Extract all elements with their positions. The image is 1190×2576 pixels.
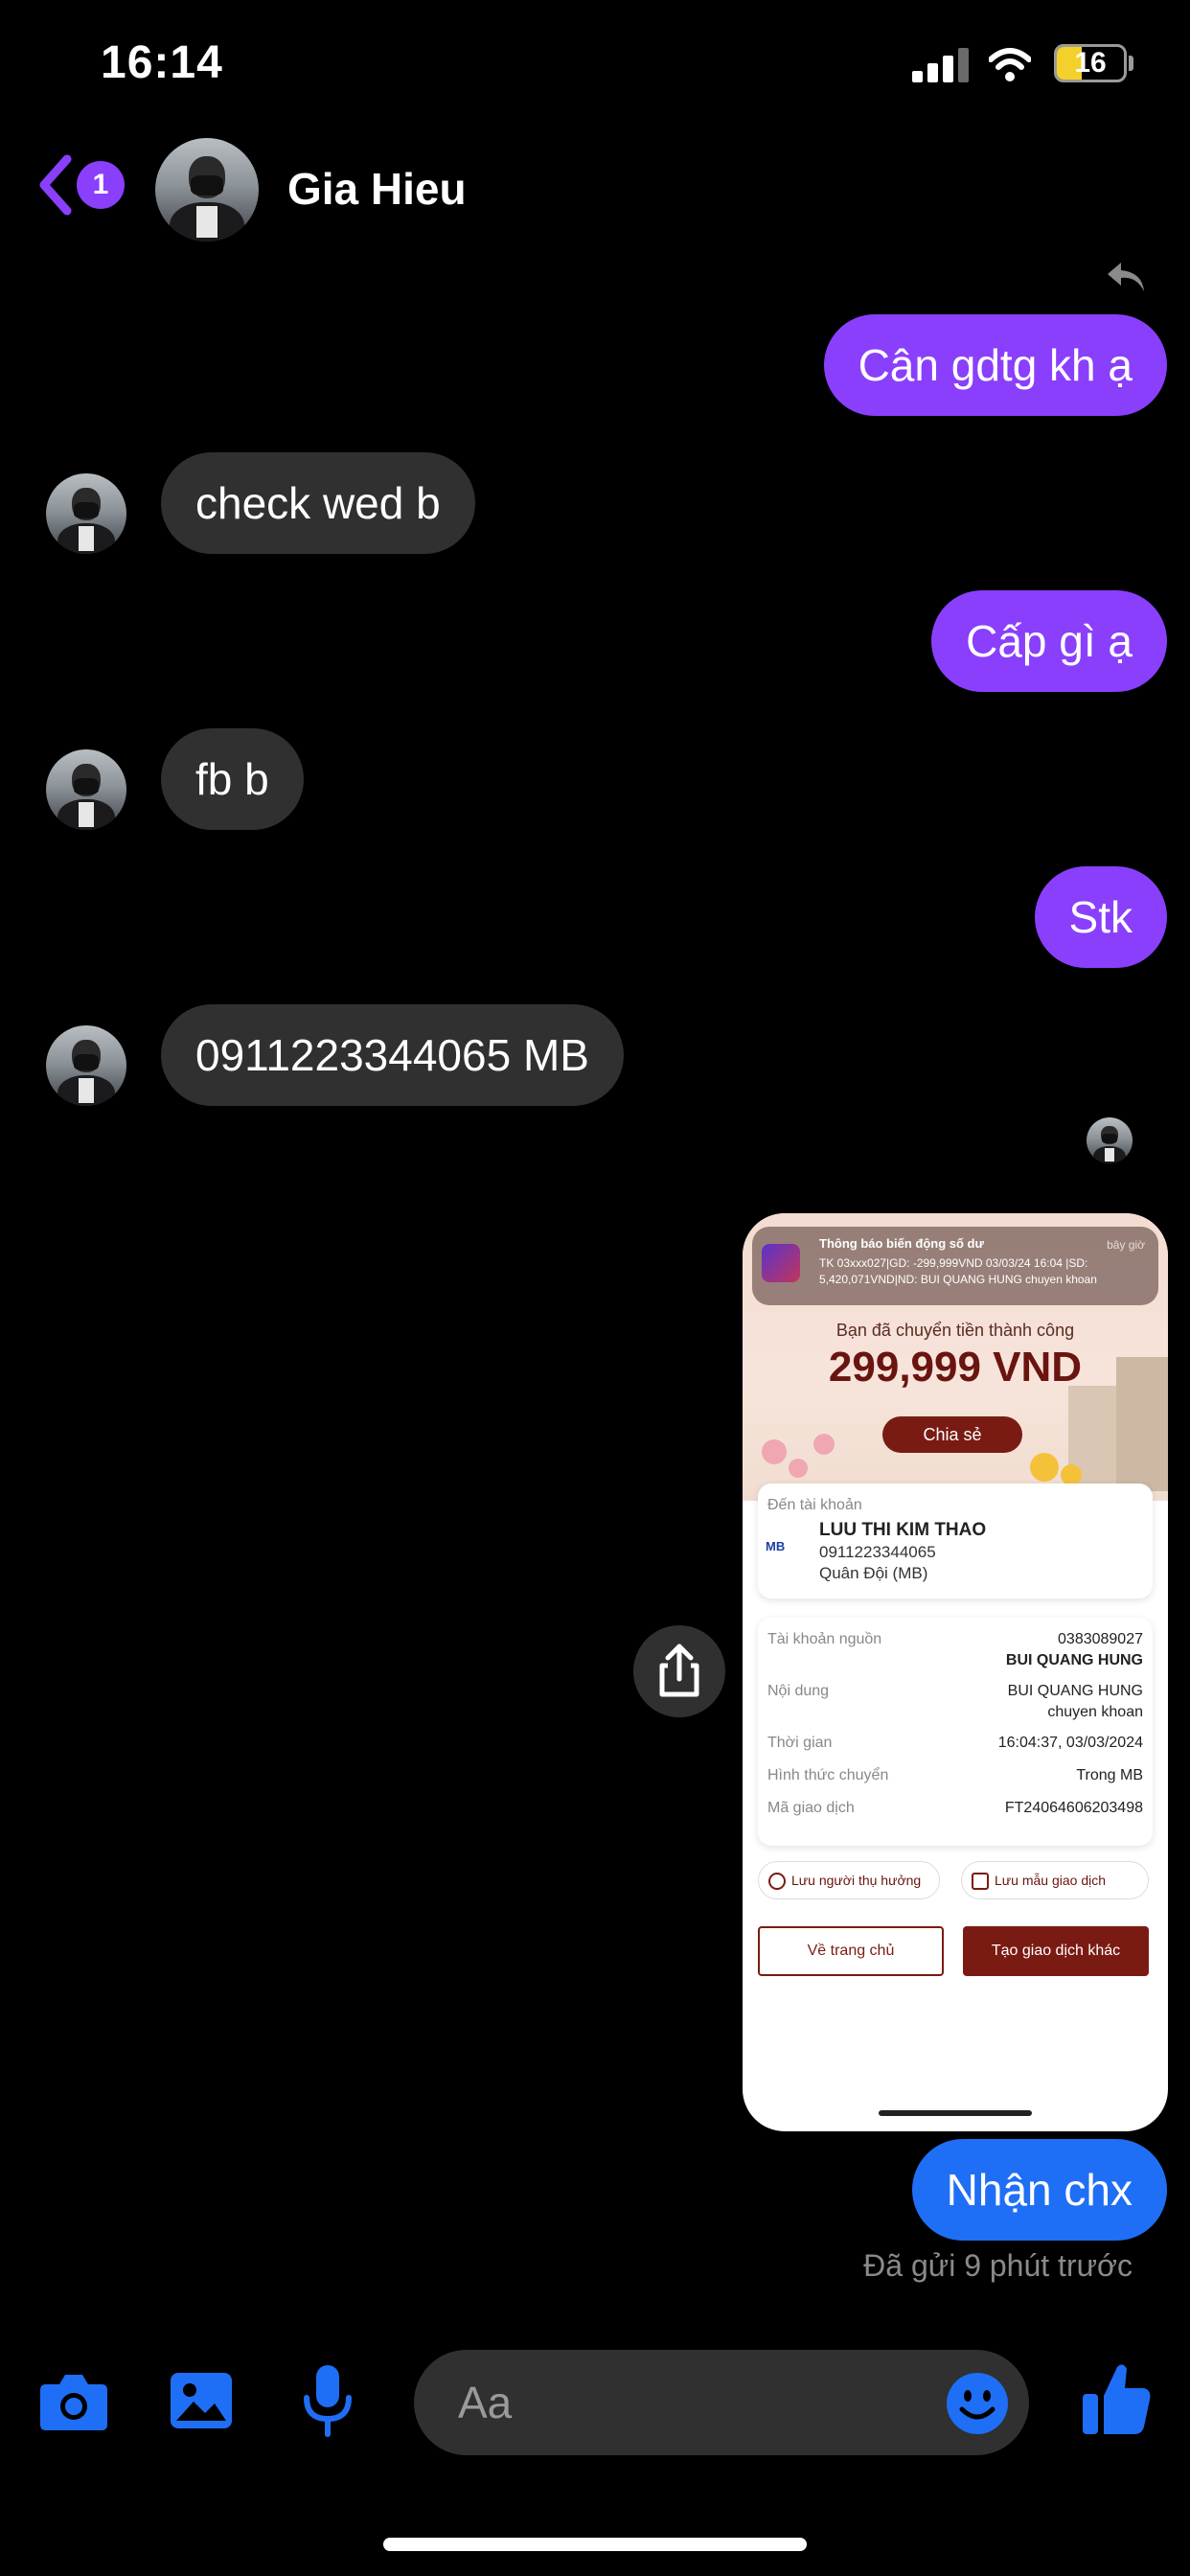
detail-value: BUI QUANG HUNG (1005, 1652, 1143, 1668)
recipient-label: Đến tài khoản (767, 1497, 862, 1513)
home-indicator (879, 2110, 1032, 2116)
sender-avatar (46, 1025, 126, 1106)
thumbs-up-icon[interactable] (1081, 2359, 1152, 2436)
home-button: Về trang chủ (758, 1926, 944, 1976)
contact-avatar[interactable] (155, 138, 259, 242)
unread-count-badge[interactable]: 1 (77, 161, 125, 209)
message-bubble-outgoing[interactable]: Stk (1034, 866, 1167, 968)
camera-icon[interactable] (38, 2371, 109, 2432)
battery-icon: 16 (1054, 44, 1127, 82)
recipient-account: 0911223344065 (819, 1543, 936, 1561)
sender-avatar (46, 749, 126, 830)
sender-avatar (46, 473, 126, 554)
image-attachment[interactable]: Thông báo biến động số dư bây giờ TK 03x… (743, 1213, 1168, 2131)
emoji-icon[interactable] (945, 2371, 1010, 2436)
share-icon (659, 1644, 699, 1697)
detail-value: Trong MB (1076, 1767, 1143, 1783)
user-icon (768, 1873, 786, 1890)
sent-status: Đã gửi 9 phút trước (863, 2248, 1133, 2283)
share-receipt-button: Chia sẻ (882, 1416, 1022, 1453)
home-indicator-bar (383, 2538, 807, 2551)
detail-label: Mã giao dịch (767, 1800, 855, 1816)
detail-label: Hình thức chuyển (767, 1767, 889, 1783)
transfer-success-text: Bạn đã chuyển tiền thành công (835, 1321, 1075, 1340)
recipient-card: Đến tài khoản MB LUU THI KIM THAO 091122… (758, 1484, 1153, 1598)
share-attachment-button[interactable] (633, 1625, 725, 1717)
transfer-amount: 299,999 VND (828, 1344, 1083, 1391)
detail-label: Tài khoản nguồn (767, 1631, 882, 1647)
detail-label: Nội dung (767, 1683, 830, 1699)
message-bubble-incoming[interactable]: fb b (161, 728, 304, 830)
message-bubble-incoming[interactable]: check wed b (161, 452, 475, 554)
read-receipt-avatar (1087, 1117, 1133, 1163)
battery-tip (1129, 56, 1133, 71)
chip-label: Lưu người thụ hưởng (791, 1873, 922, 1888)
detail-value: 16:04:37, 03/03/2024 (997, 1735, 1143, 1751)
message-bubble-incoming[interactable]: 0911223344065 MB (161, 1004, 624, 1106)
save-beneficiary-chip: Lưu người thụ hưởng (758, 1861, 940, 1899)
reply-icon[interactable] (1106, 261, 1146, 293)
battery-level: 16 (1074, 47, 1107, 79)
recipient-name: LUU THI KIM THAO (819, 1520, 987, 1540)
message-bubble-outgoing[interactable]: Cân gdtg kh ạ (823, 314, 1167, 416)
detail-value: chuyen khoan (1047, 1704, 1143, 1720)
new-transaction-button: Tạo giao dịch khác (963, 1926, 1149, 1976)
message-bubble-outgoing[interactable]: Cấp gì ạ (931, 590, 1167, 692)
microphone-icon[interactable] (301, 2363, 355, 2440)
blossom-decoration (813, 1434, 835, 1455)
blossom-decoration (762, 1439, 787, 1464)
gallery-icon[interactable] (169, 2371, 234, 2430)
detail-value: BUI QUANG HUNG (1007, 1683, 1143, 1699)
notification-time: bây giờ (1107, 1238, 1145, 1252)
detail-value: FT24064606203498 (1004, 1800, 1143, 1816)
save-template-chip: Lưu mẫu giao dịch (961, 1861, 1149, 1899)
contact-name[interactable]: Gia Hieu (287, 163, 467, 215)
recipient-bank: Quân Đội (MB) (819, 1564, 928, 1582)
blossom-decoration (1030, 1453, 1059, 1482)
notification-title: Thông báo biến động số dư (819, 1236, 984, 1251)
message-input-placeholder: Aa (458, 2378, 513, 2427)
template-icon (972, 1873, 989, 1890)
status-time: 16:14 (101, 37, 223, 88)
wifi-icon (989, 48, 1031, 81)
back-chevron-icon[interactable] (34, 153, 77, 217)
blossom-decoration (1061, 1464, 1082, 1485)
chip-label: Lưu mẫu giao dịch (995, 1873, 1106, 1888)
mb-bank-logo: MB (766, 1539, 786, 1553)
share-label: Chia sẻ (923, 1425, 982, 1444)
blossom-decoration (789, 1459, 808, 1478)
bank-app-icon (762, 1244, 800, 1282)
notification-body: TK 03xxx027|GD: -299,999VND 03/03/24 16:… (819, 1256, 1097, 1286)
message-bubble-outgoing[interactable]: Nhận chx (911, 2139, 1167, 2241)
cellular-signal-icon (912, 48, 970, 82)
balance-notification: Thông báo biến động số dư bây giờ TK 03x… (752, 1227, 1158, 1305)
transaction-details-card: Tài khoản nguồn 0383089027 BUI QUANG HUN… (758, 1618, 1153, 1846)
detail-label: Thời gian (767, 1735, 833, 1751)
detail-value: 0383089027 (1058, 1631, 1143, 1647)
